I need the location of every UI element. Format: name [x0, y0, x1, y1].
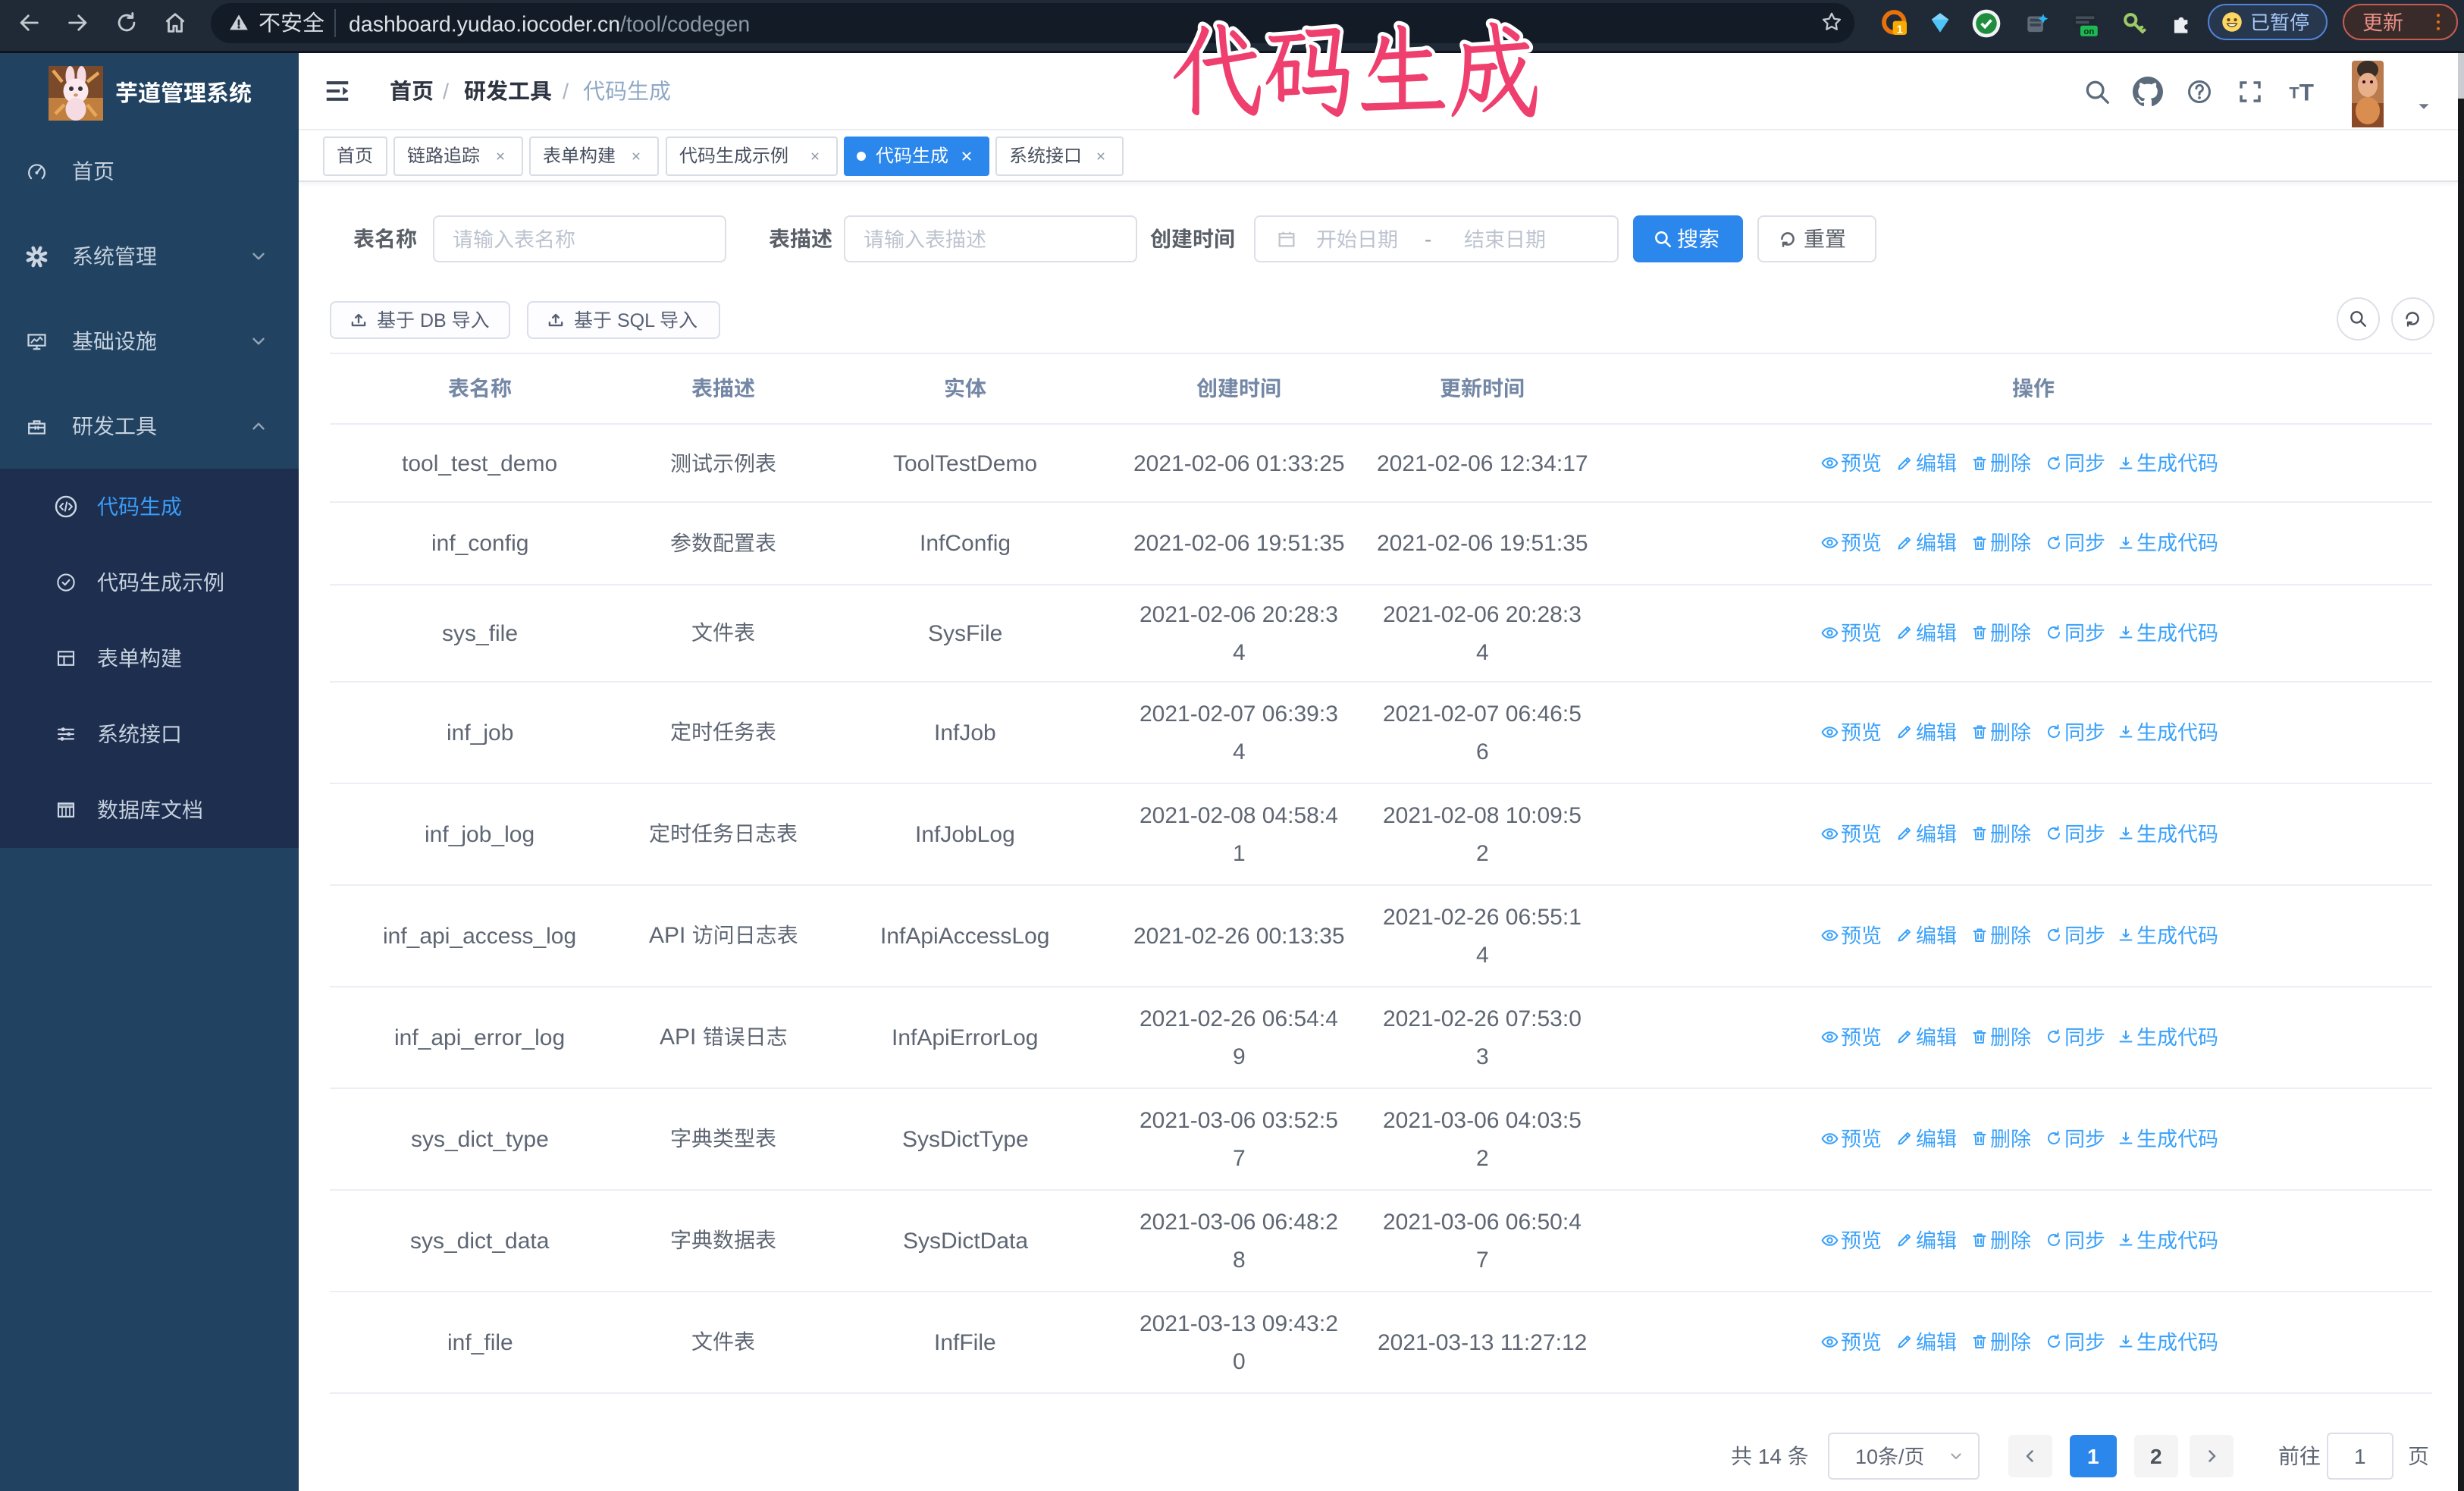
svg-text:dashboard.yudao.iocoder.cn: dashboard.yudao.iocoder.cn	[349, 12, 620, 36]
svg-text:inf_config: inf_config	[431, 531, 528, 556]
svg-text:SysDictData: SysDictData	[903, 1229, 1028, 1254]
svg-text:InfConfig: InfConfig	[920, 531, 1011, 556]
svg-text:sys_dict_data: sys_dict_data	[410, 1229, 550, 1254]
svg-text:DB: DB	[415, 310, 452, 331]
svg-text:inf_api_error_log: inf_api_error_log	[394, 1025, 565, 1050]
svg-text:2021-02-06 19:51:35: 2021-02-06 19:51:35	[1133, 531, 1345, 556]
svg-text:14: 14	[1752, 1445, 1788, 1468]
svg-text:InfJob: InfJob	[934, 720, 996, 746]
svg-text:/: /	[1898, 1445, 1904, 1468]
svg-text:2021-02-07 06:39:3: 2021-02-07 06:39:3	[1140, 702, 1338, 727]
svg-text:/: /	[443, 80, 450, 104]
svg-text:InfApiErrorLog: InfApiErrorLog	[892, 1025, 1038, 1050]
svg-text:7: 7	[1476, 1248, 1489, 1273]
svg-text:SysFile: SysFile	[928, 621, 1002, 646]
svg-text:2021-02-06 19:51:35: 2021-02-06 19:51:35	[1377, 531, 1588, 556]
svg-text:sys_dict_type: sys_dict_type	[411, 1127, 549, 1152]
svg-text:7: 7	[1233, 1146, 1246, 1171]
svg-text:T: T	[2299, 79, 2314, 106]
svg-text:SQL: SQL	[612, 310, 660, 331]
svg-text:tool_test_demo: tool_test_demo	[402, 451, 557, 476]
svg-text:inf_job: inf_job	[447, 720, 513, 746]
svg-text:2021-02-26 06:55:1: 2021-02-26 06:55:1	[1383, 905, 1582, 930]
svg-text:2021-02-06 20:28:3: 2021-02-06 20:28:3	[1140, 602, 1338, 627]
svg-text:2021-02-08 04:58:4: 2021-02-08 04:58:4	[1140, 803, 1338, 828]
svg-text:4: 4	[1233, 739, 1246, 764]
svg-text:sys_file: sys_file	[442, 621, 518, 646]
svg-text:API: API	[660, 1025, 703, 1050]
svg-text:2021-03-06 03:52:5: 2021-03-06 03:52:5	[1140, 1108, 1338, 1133]
svg-text:inf_job_log: inf_job_log	[425, 822, 534, 847]
svg-text:6: 6	[1476, 739, 1489, 764]
svg-text:/tool/codegen: /tool/codegen	[620, 12, 750, 36]
svg-text:9: 9	[1233, 1044, 1246, 1069]
svg-text:4: 4	[1233, 640, 1246, 665]
svg-text:2021-03-06 06:48:2: 2021-03-06 06:48:2	[1140, 1210, 1338, 1235]
svg-text:2: 2	[1476, 1146, 1489, 1171]
svg-text:inf_api_access_log: inf_api_access_log	[383, 924, 576, 949]
svg-text:4: 4	[1476, 943, 1489, 968]
svg-text:API: API	[649, 923, 692, 948]
svg-text:1: 1	[1897, 24, 1903, 36]
svg-text:InfApiAccessLog: InfApiAccessLog	[880, 924, 1049, 949]
svg-text:2021-03-06 06:50:4: 2021-03-06 06:50:4	[1383, 1210, 1582, 1235]
svg-text:2021-02-06 12:34:17: 2021-02-06 12:34:17	[1377, 451, 1588, 476]
svg-text:10: 10	[1855, 1445, 1878, 1468]
svg-text:1: 1	[1233, 841, 1246, 866]
svg-text:2021-02-06 01:33:25: 2021-02-06 01:33:25	[1133, 451, 1345, 476]
svg-text:2021-03-06 04:03:5: 2021-03-06 04:03:5	[1383, 1108, 1582, 1133]
svg-text:/: /	[563, 80, 569, 104]
svg-text:inf_file: inf_file	[447, 1330, 513, 1355]
svg-text:2021-02-26 00:13:35: 2021-02-26 00:13:35	[1133, 924, 1345, 949]
svg-text:T: T	[2289, 83, 2299, 102]
svg-text:2021-02-26 06:54:4: 2021-02-26 06:54:4	[1140, 1006, 1338, 1031]
svg-text:8: 8	[1233, 1248, 1246, 1273]
svg-text:-: -	[1425, 228, 1431, 251]
svg-text:0: 0	[1233, 1349, 1246, 1374]
svg-text:on: on	[2083, 27, 2094, 36]
svg-text:1: 1	[2087, 1445, 2099, 1468]
svg-text:3: 3	[1476, 1044, 1489, 1069]
svg-text:2021-02-07 06:46:5: 2021-02-07 06:46:5	[1383, 702, 1582, 727]
svg-text:2: 2	[2150, 1445, 2162, 1468]
svg-text:2021-02-26 07:53:0: 2021-02-26 07:53:0	[1383, 1006, 1582, 1031]
svg-text:InfJobLog: InfJobLog	[915, 822, 1015, 847]
svg-text:1: 1	[2354, 1445, 2366, 1468]
svg-text:SysDictType: SysDictType	[902, 1127, 1029, 1152]
svg-text:ToolTestDemo: ToolTestDemo	[893, 451, 1037, 476]
svg-text:2021-03-13 11:27:12: 2021-03-13 11:27:12	[1378, 1330, 1587, 1355]
svg-text:2021-03-13 09:43:2: 2021-03-13 09:43:2	[1140, 1311, 1338, 1336]
svg-text:InfFile: InfFile	[934, 1330, 996, 1355]
svg-text:2: 2	[1476, 841, 1489, 866]
svg-text:2021-02-08 10:09:5: 2021-02-08 10:09:5	[1383, 803, 1582, 828]
svg-text:2021-02-06 20:28:3: 2021-02-06 20:28:3	[1383, 602, 1582, 627]
svg-text:4: 4	[1476, 640, 1489, 665]
